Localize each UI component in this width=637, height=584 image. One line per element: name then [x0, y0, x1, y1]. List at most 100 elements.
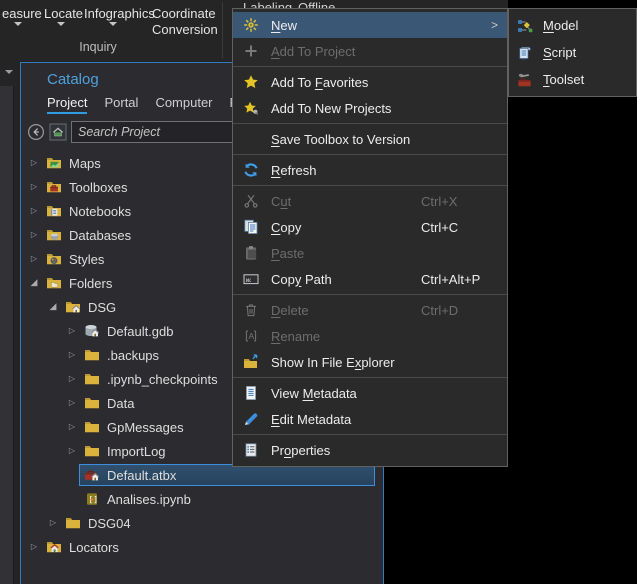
menu-item-label: Save Toolbox to Version	[271, 132, 410, 147]
svg-text:w.: w.	[246, 277, 252, 284]
expander-collapsed-icon[interactable]: ▷	[65, 367, 79, 391]
edit-metadata-icon	[243, 411, 259, 427]
no-icon	[243, 131, 259, 147]
expander-expanded-icon[interactable]: ◢	[46, 295, 60, 319]
ribbon-button-infographics[interactable]: Infographics	[84, 6, 155, 21]
tree-item-label: Data	[107, 396, 134, 411]
menu-item-label: Properties	[271, 443, 330, 458]
chevron-down-icon[interactable]	[5, 70, 13, 74]
expander-collapsed-icon[interactable]: ▷	[27, 175, 41, 199]
menu-item-label: Paste	[271, 246, 304, 261]
folder-icon	[83, 419, 101, 435]
submenu-item-label: Model	[543, 18, 578, 33]
menu-item-properties[interactable]: Properties	[233, 437, 507, 463]
folder-notebooks-icon	[45, 203, 63, 219]
folder-locators-icon	[45, 539, 63, 555]
expander-collapsed-icon[interactable]: ▷	[65, 391, 79, 415]
menu-item-copy-path[interactable]: w.Copy PathCtrl+Alt+P	[233, 266, 507, 292]
geodatabase-home-icon	[83, 323, 101, 339]
add-plus-icon	[243, 43, 259, 59]
menu-item-edit-metadata[interactable]: Edit Metadata	[233, 406, 507, 432]
tree-item-content: []Analises.ipynb	[79, 488, 375, 510]
tree-item-label: Notebooks	[69, 204, 131, 219]
copy-icon	[243, 219, 259, 235]
expander-collapsed-icon[interactable]: ▷	[27, 247, 41, 271]
toolset-icon	[517, 72, 533, 88]
chevron-down-icon	[14, 22, 22, 26]
tree-item-label: DSG	[88, 300, 116, 315]
expander-collapsed-icon[interactable]: ▷	[65, 343, 79, 367]
star-icon	[243, 74, 259, 90]
menu-item-new[interactable]: New >	[233, 12, 507, 38]
tree-item-locators[interactable]: ▷Locators	[21, 535, 383, 559]
expander-collapsed-icon[interactable]: ▷	[65, 415, 79, 439]
menu-item-add-to-new-projects[interactable]: Add To New Projects	[233, 95, 507, 121]
expander-collapsed-icon[interactable]: ▷	[46, 511, 60, 535]
ribbon-button-coordinate-conversion[interactable]: Coordinate Conversion	[152, 6, 214, 37]
notebook-file-icon: []	[83, 491, 101, 507]
submenu-item-toolset[interactable]: Toolset	[509, 66, 636, 93]
tree-item-label: .backups	[107, 348, 159, 363]
expander-collapsed-icon[interactable]: ▷	[27, 199, 41, 223]
menu-separator	[233, 294, 507, 295]
back-arrow-icon[interactable]	[27, 123, 45, 141]
folder-toolboxes-icon	[45, 179, 63, 195]
expander-collapsed-icon[interactable]: ▷	[65, 319, 79, 343]
copy-path-icon: w.	[243, 271, 259, 287]
submenu-arrow-icon: >	[491, 18, 498, 32]
delete-icon	[243, 302, 259, 318]
menu-item-label: Copy	[271, 220, 301, 235]
arcgis-pro-window: { "colors": { "background": "#252526", "…	[0, 0, 637, 584]
menu-item-label: New	[271, 18, 297, 33]
menu-item-label: Add To Project	[271, 44, 355, 59]
tree-item-dsg04[interactable]: ▷ DSG04	[21, 511, 383, 535]
folder-icon	[83, 443, 101, 459]
expander-collapsed-icon[interactable]: ▷	[27, 223, 41, 247]
tree-item-label: Styles	[69, 252, 104, 267]
ribbon-button-easure[interactable]: easure	[2, 6, 42, 21]
expander-collapsed-icon[interactable]: ▷	[27, 151, 41, 175]
menu-separator	[233, 434, 507, 435]
menu-item-show-in-file-explorer[interactable]: Show In File Explorer	[233, 349, 507, 375]
menu-item-refresh[interactable]: Refresh	[233, 157, 507, 183]
menu-item-label: Add To Favorites	[271, 75, 368, 90]
menu-item-save-toolbox-to-version[interactable]: Save Toolbox to Version	[233, 126, 507, 152]
tab-project[interactable]: Project	[47, 95, 87, 114]
expander-expanded-icon[interactable]: ◢	[27, 271, 41, 295]
folder-connection-icon	[45, 275, 63, 291]
collapsed-pane-edge[interactable]	[0, 86, 14, 584]
expander-collapsed-icon[interactable]: ▷	[65, 439, 79, 463]
collapsed-pane-strip	[0, 62, 20, 584]
folder-explorer-icon	[243, 354, 259, 370]
menu-item-add-to-favorites[interactable]: Add To Favorites	[233, 69, 507, 95]
tree-item-analises-ipynb[interactable]: []Analises.ipynb	[21, 487, 383, 511]
expander-collapsed-icon[interactable]: ▷	[27, 535, 41, 559]
tab-computer[interactable]: Computer	[155, 95, 212, 114]
svg-text:]: ]	[93, 495, 98, 504]
ribbon-group-label: Inquiry	[62, 40, 134, 54]
folder-styles-icon	[45, 251, 63, 267]
folder-icon	[64, 515, 82, 531]
menu-separator	[233, 66, 507, 67]
new-submenu: Model Script Toolset	[508, 8, 637, 97]
tab-portal[interactable]: Portal	[104, 95, 138, 114]
ribbon-group-divider	[222, 2, 223, 58]
tree-item-content: Default.atbx	[79, 464, 375, 486]
tree-item-label: DSG04	[88, 516, 131, 531]
ribbon-button-locate[interactable]: Locate	[44, 6, 83, 21]
menu-item-copy[interactable]: CopyCtrl+C	[233, 214, 507, 240]
tree-item-label: ImportLog	[107, 444, 166, 459]
submenu-item-label: Toolset	[543, 72, 584, 87]
tree-item-label: Default.atbx	[107, 468, 176, 483]
project-home-icon[interactable]	[49, 123, 67, 141]
menu-separator	[233, 154, 507, 155]
menu-item-label: Add To New Projects	[271, 101, 391, 116]
folder-icon	[83, 371, 101, 387]
menu-item-label: Show In File Explorer	[271, 355, 395, 370]
tree-item-label: .ipynb_checkpoints	[107, 372, 218, 387]
submenu-item-script[interactable]: Script	[509, 39, 636, 66]
folder-databases-icon	[45, 227, 63, 243]
menu-item-view-metadata[interactable]: View Metadata	[233, 380, 507, 406]
tree-item-content: Locators	[41, 536, 375, 558]
submenu-item-model[interactable]: Model	[509, 12, 636, 39]
